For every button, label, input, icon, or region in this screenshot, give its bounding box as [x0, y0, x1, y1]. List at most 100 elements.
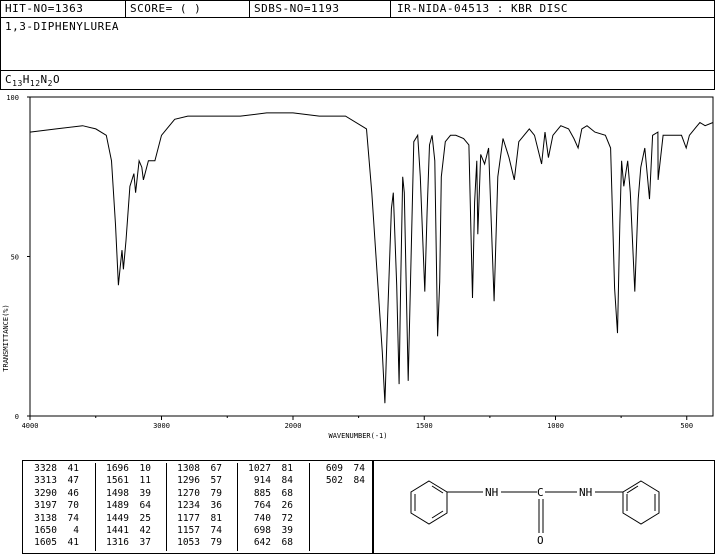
peak-row: 1561 11 — [95, 475, 166, 487]
peak-column: 609 74 502 84 — [309, 463, 371, 551]
peak-wavenumber: 1177 — [177, 512, 200, 524]
peak-transmittance: 79 — [210, 487, 222, 499]
peak-wavenumber: 3197 — [34, 500, 57, 512]
peak-column: 3328 41 3313 47 3290 46 3197 70 3138 74 1650 4 1605 4… — [23, 463, 96, 551]
peak-transmittance: 11 — [139, 475, 151, 487]
peak-wavenumber: 3138 — [34, 512, 57, 524]
peak-row: 1605 41 — [23, 537, 95, 549]
peak-row: 1489 64 — [95, 500, 166, 512]
peak-row: 885 68 — [237, 488, 309, 500]
peak-transmittance: 41 — [67, 537, 79, 549]
peak-row: 642 68 — [237, 537, 309, 549]
peak-wavenumber: 3290 — [34, 487, 57, 499]
x-axis-ticks: 4000 3000 2000 1500 1000 500 — [22, 416, 693, 430]
peak-row: 764 26 — [237, 500, 309, 512]
peak-transmittance: 70 — [67, 500, 79, 512]
peak-row: 1053 79 — [166, 537, 237, 549]
peak-row: 698 39 — [237, 525, 309, 537]
peak-transmittance: 57 — [210, 475, 222, 487]
peak-column: 1696 10 1561 11 1498 39 1489 64 1449 25 1441 42 1316… — [95, 463, 167, 551]
peak-transmittance: 37 — [139, 537, 151, 549]
peak-wavenumber: 1561 — [106, 475, 129, 487]
peak-wavenumber: 1270 — [177, 487, 200, 499]
peak-transmittance: 25 — [139, 512, 151, 524]
peak-column: 1308 67 1296 57 1270 79 1234 36 1177 81 1157 74 1053… — [166, 463, 238, 551]
peak-wavenumber: 1157 — [177, 525, 200, 537]
x-tick-label: 500 — [680, 422, 693, 430]
plot-frame — [29, 96, 714, 417]
structure-drawing: NH C NH O — [410, 480, 660, 547]
peak-wavenumber: 3328 — [34, 463, 57, 474]
peak-wavenumber: 885 — [253, 487, 271, 499]
molecular-structure: NH C NH O — [372, 460, 715, 554]
peak-transmittance: 81 — [281, 463, 293, 474]
peak-transmittance: 47 — [67, 475, 79, 487]
peak-wavenumber: 740 — [253, 512, 271, 524]
peak-transmittance: 39 — [139, 487, 151, 499]
peak-transmittance: 81 — [210, 512, 222, 524]
peak-transmittance: 46 — [67, 487, 79, 499]
left-phenyl-ring — [410, 480, 448, 525]
y-tick-label: 100 — [6, 94, 19, 102]
peak-row: 3197 70 — [23, 500, 95, 512]
molecular-formula: C13H12N2O — [5, 73, 61, 89]
peak-row: 3313 47 — [23, 475, 95, 487]
peak-wavenumber: 1696 — [106, 463, 129, 474]
chart-axes — [29, 96, 714, 417]
x-tick-label: 1000 — [547, 422, 564, 430]
peak-transmittance: 68 — [281, 487, 293, 499]
peak-transmittance: 68 — [281, 537, 293, 549]
ir-identifier: IR-NIDA-04513 : KBR DISC — [397, 2, 568, 15]
peak-row: 609 74 — [309, 463, 371, 475]
sdbs-number: SDBS-NO=1193 — [250, 1, 391, 17]
x-tick-label: 3000 — [153, 422, 170, 430]
peak-wavenumber: 1308 — [177, 463, 200, 474]
peak-wavenumber: 1449 — [106, 512, 129, 524]
peak-transmittance: 42 — [139, 525, 151, 537]
peak-transmittance: 10 — [139, 463, 151, 474]
peak-wavenumber: 3313 — [34, 475, 57, 487]
peak-wavenumber: 1498 — [106, 487, 129, 499]
x-axis-label: WAVENUMBER(-1) — [328, 432, 387, 440]
peak-wavenumber: 1489 — [106, 500, 129, 512]
peak-wavenumber: 914 — [253, 475, 271, 487]
peak-row: 1498 39 — [95, 488, 166, 500]
formula-row: C13H12N2O — [1, 70, 714, 89]
right-nh-label: NH — [579, 486, 592, 499]
peak-row: 1157 74 — [166, 525, 237, 537]
peak-wavenumber: 642 — [253, 537, 271, 549]
peak-wavenumber: 1234 — [177, 500, 200, 512]
peak-wavenumber: 764 — [253, 500, 271, 512]
peak-wavenumber: 1605 — [34, 537, 57, 549]
peak-row: 1296 57 — [166, 475, 237, 487]
peak-wavenumber: 1441 — [106, 525, 129, 537]
peak-transmittance: 67 — [210, 463, 222, 474]
peak-table: 3328 41 3313 47 3290 46 3197 70 3138 74 1650 4 1605 4… — [22, 460, 374, 554]
peak-wavenumber: 1650 — [34, 525, 57, 537]
score: SCORE= ( ) — [126, 1, 250, 17]
compound-name: 1,3-DIPHENYLUREA — [5, 20, 119, 33]
right-phenyl-ring — [622, 480, 660, 525]
peak-row: 1270 79 — [166, 488, 237, 500]
ir-spectrum-chart: 100500 4000 3000 2000 1500 1000 500 TRANSMITT… — [2, 94, 714, 440]
spectrum-line — [29, 112, 714, 404]
left-nh-label: NH — [485, 486, 498, 499]
peak-row: 1449 25 — [95, 513, 166, 525]
peak-row: 1177 81 — [166, 513, 237, 525]
y-tick-label: 0 — [15, 413, 19, 421]
peak-row: 1316 37 — [95, 537, 166, 549]
hit-number: HIT-NO=1363 — [1, 1, 126, 17]
peak-row: 1027 81 — [237, 463, 309, 475]
peak-transmittance: 84 — [353, 475, 365, 487]
y-tick-label: 50 — [11, 254, 19, 262]
x-tick-label: 4000 — [22, 422, 39, 430]
x-tick-label: 1500 — [416, 422, 433, 430]
peak-row: 740 72 — [237, 513, 309, 525]
peak-wavenumber: 1053 — [177, 537, 200, 549]
peak-row: 3290 46 — [23, 488, 95, 500]
peak-row: 1650 4 — [23, 525, 95, 537]
header-info-row: HIT-NO=1363 SCORE= ( ) SDBS-NO=1193 IR-N… — [1, 1, 714, 18]
peak-transmittance: 4 — [73, 525, 79, 537]
peak-row: 3138 74 — [23, 513, 95, 525]
peak-wavenumber: 609 — [325, 463, 343, 474]
